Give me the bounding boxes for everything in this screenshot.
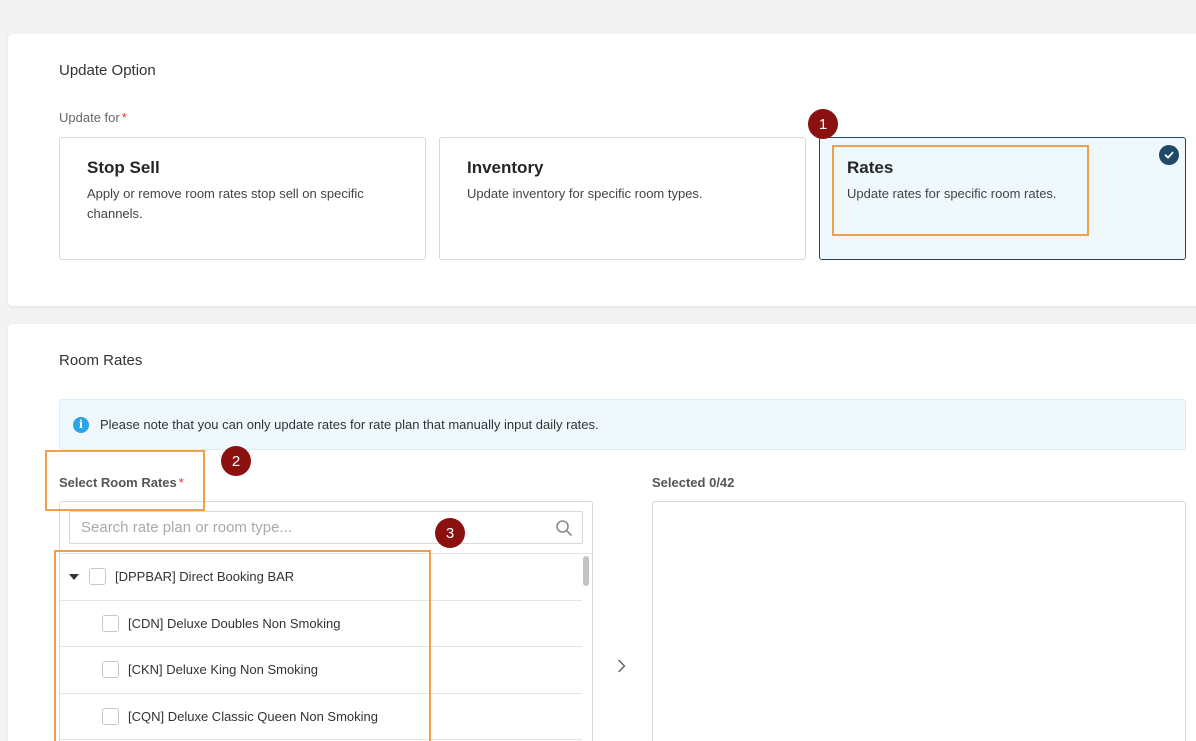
update-for-label: Update for *	[59, 110, 127, 125]
info-text: Please note that you can only update rat…	[100, 417, 599, 432]
update-for-label-text: Update for	[59, 110, 120, 125]
option-title: Rates	[847, 158, 894, 177]
required-mark: *	[178, 475, 184, 490]
required-mark: *	[121, 110, 127, 125]
update-option-title: Update Option	[59, 62, 156, 79]
option-title: Inventory	[467, 158, 544, 177]
option-desc: Apply or remove room rates stop sell on …	[87, 186, 364, 221]
search-placeholder: Search rate plan or room type...	[81, 519, 292, 536]
room-rates-list: Search rate plan or room type... [DPPBAR…	[59, 501, 593, 741]
option-rates[interactable]: Rates Update rates for specific room rat…	[819, 137, 1186, 260]
info-banner: i Please note that you can only update r…	[59, 399, 1186, 450]
step-badge: 2	[221, 446, 251, 476]
chevron-right-icon[interactable]	[616, 659, 628, 678]
option-stop-sell[interactable]: Stop Sell Apply or remove room rates sto…	[59, 137, 426, 260]
search-icon[interactable]	[555, 519, 573, 541]
checkbox[interactable]	[102, 614, 119, 632]
select-room-rates-text: Select Room Rates	[59, 475, 177, 490]
row-label: [CQN] Deluxe Classic Queen Non Smoking	[128, 708, 378, 724]
tree-row-ckn[interactable]: [CKN] Deluxe King Non Smoking	[60, 647, 582, 694]
row-label: [CDN] Deluxe Doubles Non Smoking	[128, 615, 341, 631]
step-badge: 3	[435, 518, 465, 548]
tree-row-dppbar[interactable]: [DPPBAR] Direct Booking BAR	[60, 554, 582, 601]
row-label: [CKN] Deluxe King Non Smoking	[128, 662, 319, 678]
selected-rates-panel	[652, 501, 1186, 741]
caret-down-icon[interactable]	[69, 573, 79, 580]
checkbox[interactable]	[102, 661, 119, 679]
tree-row-cqn[interactable]: [CQN] Deluxe Classic Queen Non Smoking	[60, 694, 582, 740]
option-desc: Update inventory for specific room types…	[467, 186, 703, 201]
room-rates-title: Room Rates	[59, 352, 143, 369]
tree-row-cdn[interactable]: [CDN] Deluxe Doubles Non Smoking	[60, 601, 582, 647]
row-label: [DPPBAR] Direct Booking BAR	[115, 569, 295, 585]
select-room-rates-label: Select Room Rates *	[59, 475, 184, 490]
option-inventory[interactable]: Inventory Update inventory for specific …	[439, 137, 806, 260]
selected-count-label: Selected 0/42	[652, 475, 735, 490]
room-rates-card: Room Rates i Please note that you can on…	[8, 324, 1196, 741]
checkbox[interactable]	[89, 568, 106, 586]
search-input[interactable]: Search rate plan or room type...	[69, 511, 583, 544]
checkbox[interactable]	[102, 707, 119, 725]
option-title: Stop Sell	[87, 158, 160, 177]
info-icon: i	[73, 416, 89, 433]
step-badge: 1	[808, 109, 838, 139]
scrollbar[interactable]	[583, 556, 589, 586]
check-icon	[1159, 145, 1179, 165]
update-option-card: Update Option Update for * Stop Sell Appl…	[8, 34, 1196, 306]
option-desc: Update rates for specific room rates.	[847, 186, 1057, 201]
rate-tree: [DPPBAR] Direct Booking BAR [CDN] Deluxe…	[60, 554, 582, 740]
